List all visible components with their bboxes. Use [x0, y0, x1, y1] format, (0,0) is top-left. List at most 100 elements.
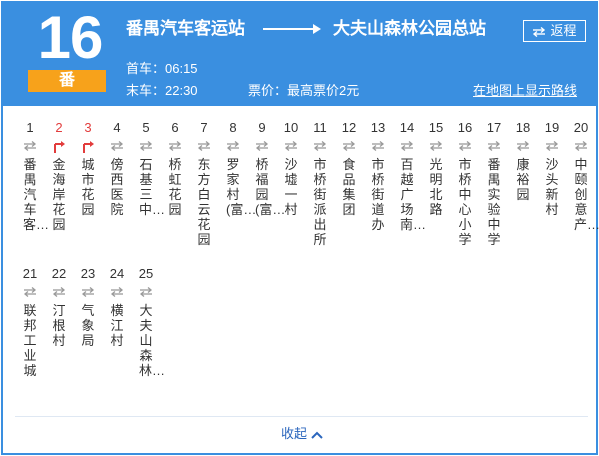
stop-number: 2 — [55, 120, 63, 135]
stop-number: 3 — [84, 120, 92, 135]
stop-item[interactable]: 2 金海岸花园 — [45, 120, 73, 233]
stop-number: 4 — [113, 120, 121, 135]
stop-number: 5 — [142, 120, 150, 135]
stop-number: 1 — [26, 120, 34, 135]
stop-number: 14 — [399, 120, 415, 135]
stop-name: 东方白云花园 — [197, 157, 211, 247]
stop-item[interactable]: 12 食品集团 — [335, 120, 363, 218]
stop-name: 沙头新村 — [545, 157, 559, 217]
stop-list: 1 番禺汽车客… 2 金海岸花园 3 城市花园 4 傍西医院 5 石基三中… 6 桥虹花园 7 东方白云花… — [3, 106, 599, 416]
bus-arrival-icon — [74, 139, 102, 155]
stop-name: 汀根村 — [52, 303, 66, 348]
stop-number: 23 — [80, 266, 96, 281]
return-trip-button[interactable]: 返程 — [523, 20, 586, 42]
stop-item[interactable]: 4 傍西医院 — [103, 120, 131, 218]
stop-item[interactable]: 11 市桥街派出所 — [306, 120, 334, 248]
stop-item[interactable]: 19 沙头新村 — [538, 120, 566, 218]
bidirectional-stop-icon — [16, 139, 44, 155]
divider — [15, 416, 588, 417]
stop-number: 21 — [22, 266, 38, 281]
stop-number: 10 — [283, 120, 299, 135]
stop-item[interactable]: 15 光明北路 — [422, 120, 450, 218]
stop-item[interactable]: 22 汀根村 — [45, 266, 73, 349]
stop-name: 傍西医院 — [110, 157, 124, 217]
stop-item[interactable]: 23 气象局 — [74, 266, 102, 349]
stop-name: 食品集团 — [342, 157, 356, 217]
stop-item[interactable]: 13 市桥街道办 — [364, 120, 392, 233]
stop-item[interactable]: 20 中颐创意产… — [567, 120, 599, 233]
stop-item[interactable]: 16 市桥中心小学 — [451, 121, 479, 248]
stop-name: 罗家村(富… — [226, 157, 257, 217]
route-badge: 番 — [28, 70, 106, 92]
stop-number: 17 — [486, 120, 502, 135]
stop-number: 12 — [341, 120, 357, 135]
bidirectional-stop-icon — [161, 139, 189, 155]
bidirectional-stop-icon — [103, 139, 131, 155]
stop-number: 20 — [573, 120, 589, 135]
stop-item[interactable]: 17 番禺实验中学 — [480, 120, 508, 248]
stop-item[interactable]: 18 康裕园 — [509, 120, 537, 203]
stop-number: 24 — [109, 266, 125, 281]
bidirectional-stop-icon — [132, 285, 160, 301]
stop-item[interactable]: 3 城市花园 — [74, 120, 102, 218]
first-bus-time: 首车：06:15 — [126, 61, 198, 76]
bidirectional-stop-icon — [480, 139, 508, 155]
stop-item[interactable]: 21 联邦工业城 — [16, 266, 44, 379]
stop-number: 8 — [229, 120, 237, 135]
stop-name: 沙墟一村 — [284, 157, 298, 217]
return-trip-label: 返程 — [550, 23, 577, 38]
stop-item[interactable]: 8 罗家村(富… — [219, 120, 257, 218]
stop-item[interactable]: 9 桥福园(富… — [248, 120, 286, 218]
bidirectional-stop-icon — [277, 139, 305, 155]
stop-number: 6 — [171, 120, 179, 135]
stop-item[interactable]: 1 番禺汽车客… — [16, 120, 50, 233]
stop-number: 15 — [428, 120, 444, 135]
route-number: 16 — [37, 4, 104, 71]
bidirectional-stop-icon — [335, 139, 363, 155]
stop-number: 18 — [515, 120, 531, 135]
show-route-on-map-link[interactable]: 在地图上显示路线 — [473, 83, 577, 99]
stop-item[interactable]: 25 大夫山森林… — [132, 266, 166, 379]
bidirectional-stop-icon — [132, 139, 160, 155]
collapse-button[interactable]: 收起 — [281, 425, 323, 443]
stop-item[interactable]: 10 沙墟一村 — [277, 120, 305, 218]
bidirectional-stop-icon — [103, 285, 131, 301]
swap-icon — [533, 26, 546, 37]
stop-name: 石基三中… — [139, 157, 166, 217]
bidirectional-stop-icon — [16, 285, 44, 301]
stop-item[interactable]: 14 百越广场南… — [393, 120, 426, 233]
stop-name: 光明北路 — [429, 157, 443, 217]
stop-name: 市桥中心小学 — [458, 157, 472, 247]
stop-name: 金海岸花园 — [52, 157, 66, 232]
origin-station: 番禺汽车客运站 — [126, 19, 245, 38]
bidirectional-stop-icon — [422, 139, 450, 155]
stop-item[interactable]: 5 石基三中… — [132, 120, 166, 218]
collapse-label: 收起 — [281, 426, 308, 441]
stop-number: 9 — [258, 120, 266, 135]
stop-name: 大夫山森林… — [139, 303, 166, 378]
bidirectional-stop-icon — [509, 139, 537, 155]
bidirectional-stop-icon — [190, 139, 218, 155]
stop-item[interactable]: 24 横江村 — [103, 266, 131, 349]
last-bus-time: 末车：22:30 — [126, 83, 198, 98]
stop-number: 19 — [544, 120, 560, 135]
stop-name: 康裕园 — [516, 157, 530, 202]
bidirectional-stop-icon — [393, 139, 421, 155]
stop-name: 横江村 — [110, 303, 124, 348]
stop-item[interactable]: 6 桥虹花园 — [161, 120, 189, 218]
stop-item[interactable]: 7 东方白云花园 — [190, 121, 218, 248]
stop-name: 桥虹花园 — [168, 157, 182, 217]
stop-number: 25 — [138, 266, 154, 281]
stop-name: 番禺汽车客… — [23, 157, 50, 232]
stop-name: 桥福园(富… — [255, 157, 286, 217]
route-header: 16 番 番禺汽车客运站 大夫山森林公园总站 返程 首车：06:15 末车：22… — [3, 3, 596, 106]
direction-arrow-icon — [263, 24, 321, 34]
stop-number: 11 — [313, 120, 327, 135]
stop-name: 市桥街派出所 — [313, 157, 327, 247]
stop-number: 22 — [51, 266, 67, 281]
bidirectional-stop-icon — [45, 285, 73, 301]
stop-number: 13 — [370, 120, 386, 135]
chevron-up-icon — [311, 431, 323, 439]
bidirectional-stop-icon — [567, 139, 595, 155]
bidirectional-stop-icon — [219, 139, 247, 155]
